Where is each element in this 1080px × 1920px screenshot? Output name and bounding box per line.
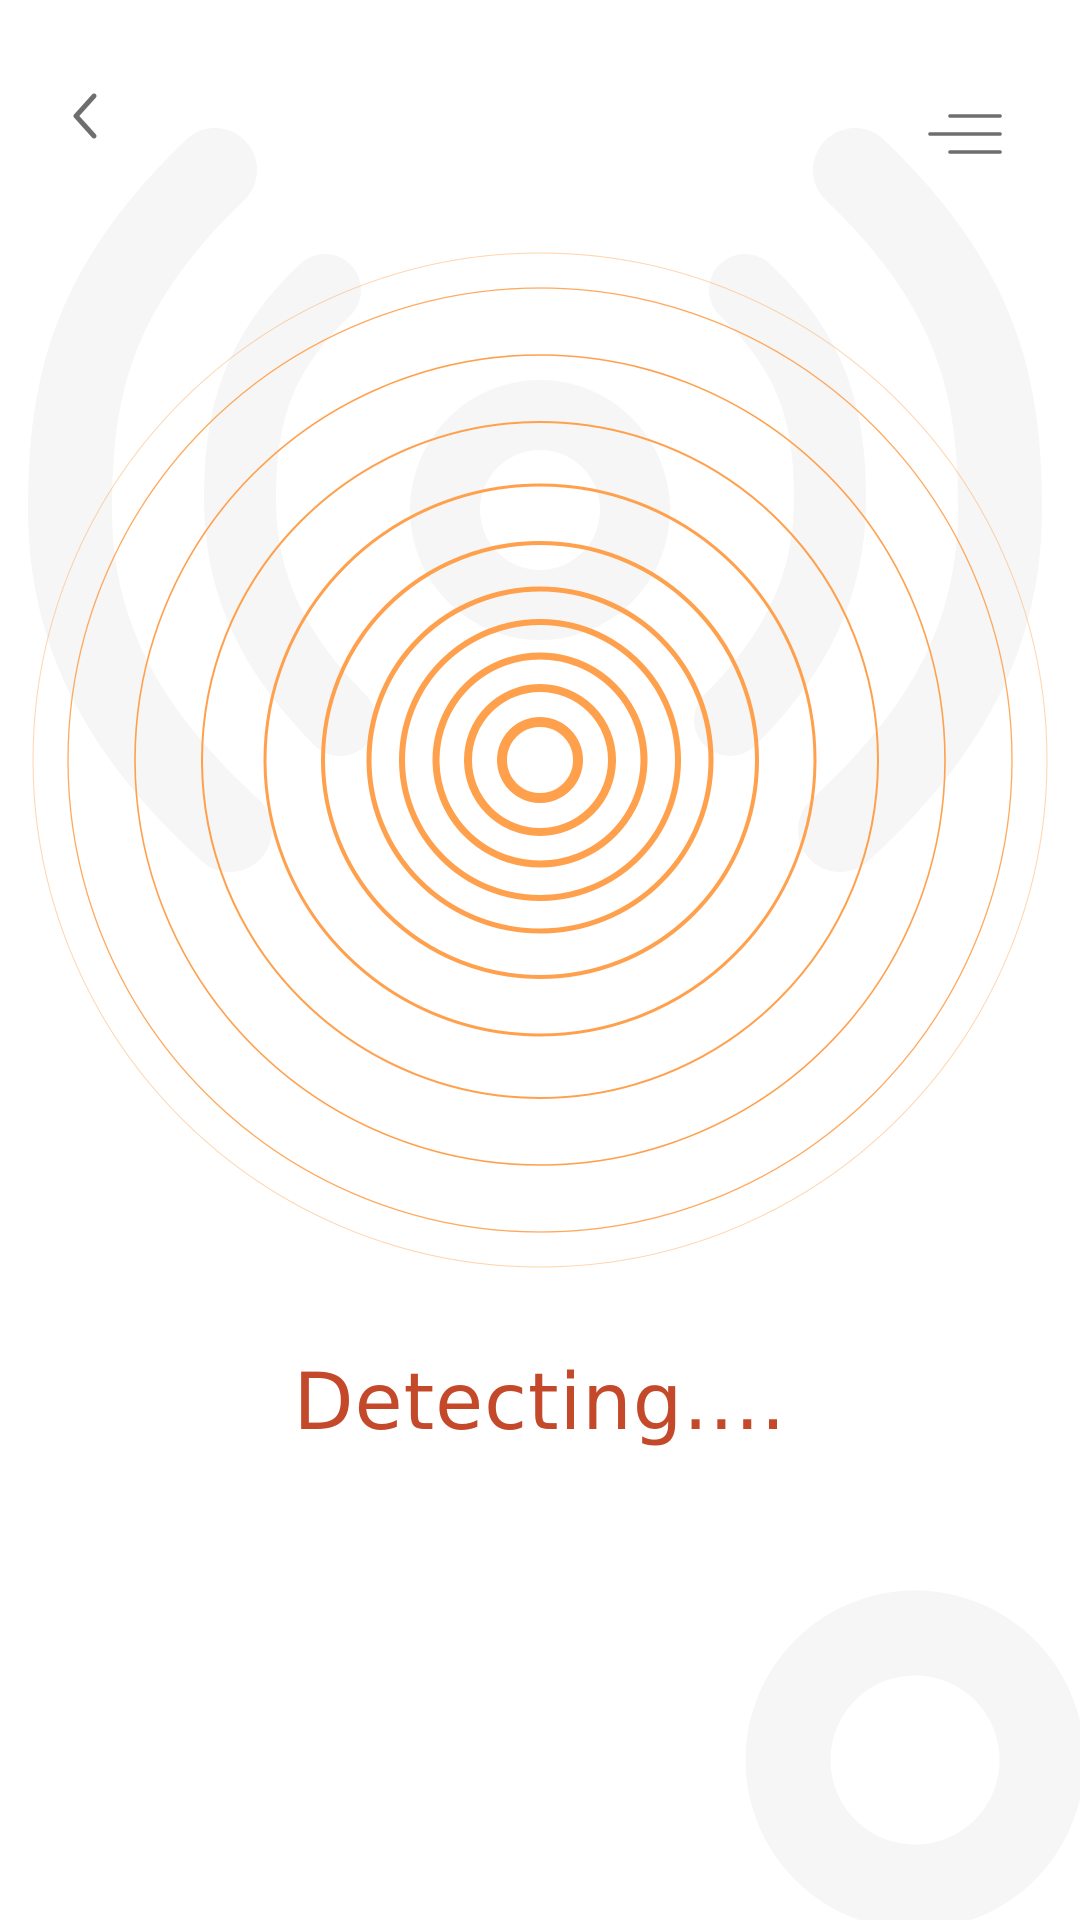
detector-ring-11 bbox=[32, 252, 1048, 1268]
detector-ring-5 bbox=[366, 586, 714, 934]
radar-rings-icon bbox=[32, 252, 1048, 1268]
detector-ring-4 bbox=[399, 619, 681, 901]
detector-ring-1 bbox=[497, 717, 583, 803]
detector-ring-6 bbox=[321, 541, 759, 979]
detector-ring-7 bbox=[263, 483, 817, 1037]
detector-ring-9 bbox=[134, 354, 946, 1166]
detector-ring-10 bbox=[67, 287, 1013, 1233]
detector-ring-2 bbox=[464, 684, 616, 836]
detector-ring-8 bbox=[201, 421, 879, 1099]
status-label: Detecting.... bbox=[293, 1358, 787, 1448]
